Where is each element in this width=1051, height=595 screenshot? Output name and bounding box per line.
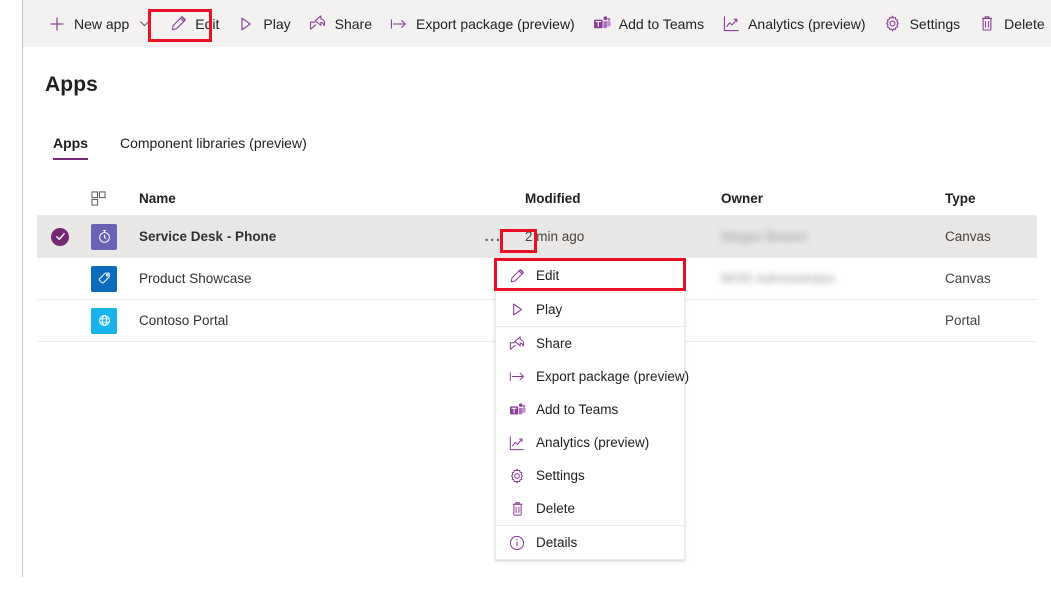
row-app-icon-cell (83, 224, 129, 250)
teams-icon (508, 401, 526, 419)
context-menu-item-details[interactable]: Details (496, 526, 684, 559)
analytics-icon (508, 434, 526, 452)
grid-icon (91, 191, 106, 206)
command-bar: New app Edit Play (23, 0, 1051, 47)
trash-icon (978, 15, 996, 33)
play-icon (508, 301, 526, 319)
row-app-name[interactable]: Product Showcase (129, 271, 463, 286)
row-modified: 2 min ago (523, 229, 721, 244)
context-menu-item-edit[interactable]: Edit (496, 259, 684, 292)
delete-button[interactable]: Delete (969, 8, 1051, 40)
export-icon (390, 15, 408, 33)
row-type: Canvas (945, 229, 1037, 244)
tab-component-libraries[interactable]: Component libraries (preview) (112, 135, 315, 160)
gear-icon (508, 467, 526, 485)
row-owner: Megan Bowen (721, 229, 945, 244)
context-menu-item-details-label: Details (536, 535, 577, 550)
row-app-name[interactable]: Service Desk - Phone (129, 229, 463, 244)
new-app-label: New app (74, 17, 129, 31)
pencil-icon (169, 15, 187, 33)
context-menu-item-play[interactable]: Play (496, 293, 684, 326)
header-type[interactable]: Type (945, 191, 1037, 206)
settings-label: Settings (910, 17, 961, 31)
row-owner: MOD Administrator (721, 271, 945, 286)
checkmark-icon (51, 228, 69, 246)
globe-icon (91, 308, 117, 334)
row-app-icon-cell (83, 308, 129, 334)
row-owner-redacted: MOD Administrator (721, 271, 835, 286)
table-header-row: Name Modified Owner Type (37, 182, 1037, 216)
share-icon (309, 15, 327, 33)
context-menu-item-export-package-label: Export package (preview) (536, 369, 689, 384)
edit-label: Edit (195, 17, 219, 31)
row-type: Portal (945, 313, 1037, 328)
chevron-down-icon[interactable] (137, 17, 151, 31)
export-icon (508, 368, 526, 386)
context-menu-item-share-label: Share (536, 336, 572, 351)
share-label: Share (335, 17, 372, 31)
teams-icon (593, 15, 611, 33)
settings-button[interactable]: Settings (875, 8, 970, 40)
trash-icon (508, 500, 526, 518)
add-to-teams-label: Add to Teams (619, 17, 704, 31)
share-icon (508, 335, 526, 353)
row-app-icon-cell (83, 266, 129, 292)
table-row[interactable]: Service Desk - Phone ... 2 min ago Megan… (37, 216, 1037, 258)
row-more-button[interactable]: ... (463, 233, 523, 241)
analytics-label: Analytics (preview) (748, 17, 865, 31)
context-menu-item-settings[interactable]: Settings (496, 459, 684, 492)
context-menu-item-analytics-label: Analytics (preview) (536, 435, 649, 450)
export-package-button[interactable]: Export package (preview) (381, 8, 584, 40)
context-menu-item-add-to-teams-label: Add to Teams (536, 402, 618, 417)
page-title: Apps (45, 73, 98, 97)
add-to-teams-button[interactable]: Add to Teams (584, 8, 713, 40)
analytics-button[interactable]: Analytics (preview) (713, 8, 874, 40)
context-menu-item-analytics[interactable]: Analytics (preview) (496, 426, 684, 459)
app-root: New app Edit Play (0, 0, 1051, 595)
row-owner-redacted: Megan Bowen (721, 229, 807, 244)
new-app-button[interactable]: New app (39, 8, 160, 40)
header-grid-cell (83, 191, 129, 206)
play-label: Play (263, 17, 290, 31)
tag-icon (91, 266, 117, 292)
context-menu-item-play-label: Play (536, 302, 562, 317)
context-menu-item-export-package[interactable]: Export package (preview) (496, 360, 684, 393)
pivot-tabs: Apps Component libraries (preview) (45, 126, 331, 160)
info-icon (508, 534, 526, 552)
share-button[interactable]: Share (300, 8, 381, 40)
header-modified[interactable]: Modified (523, 191, 721, 206)
row-context-menu: Edit Play Share (495, 258, 685, 560)
export-package-label: Export package (preview) (416, 17, 575, 31)
play-icon (237, 15, 255, 33)
ellipsis-icon: ... (484, 233, 501, 241)
gear-icon (884, 15, 902, 33)
analytics-icon (722, 15, 740, 33)
header-name[interactable]: Name (129, 191, 463, 206)
context-menu-item-add-to-teams[interactable]: Add to Teams (496, 393, 684, 426)
row-checkbox-selected[interactable] (37, 228, 83, 246)
plus-icon (48, 15, 66, 33)
pencil-icon (508, 267, 526, 285)
context-menu-item-delete-label: Delete (536, 501, 575, 516)
play-button[interactable]: Play (228, 8, 299, 40)
context-menu-item-edit-label: Edit (536, 268, 559, 283)
context-menu-item-share[interactable]: Share (496, 327, 684, 360)
row-app-name[interactable]: Contoso Portal (129, 313, 463, 328)
edit-button[interactable]: Edit (160, 8, 228, 40)
context-menu-item-delete[interactable]: Delete (496, 492, 684, 525)
tab-apps[interactable]: Apps (45, 135, 96, 160)
tab-component-libraries-label: Component libraries (preview) (120, 135, 307, 151)
tab-apps-label: Apps (53, 135, 88, 151)
delete-label: Delete (1004, 17, 1044, 31)
context-menu-item-settings-label: Settings (536, 468, 585, 483)
stopwatch-icon (91, 224, 117, 250)
row-type: Canvas (945, 271, 1037, 286)
header-owner[interactable]: Owner (721, 191, 945, 206)
